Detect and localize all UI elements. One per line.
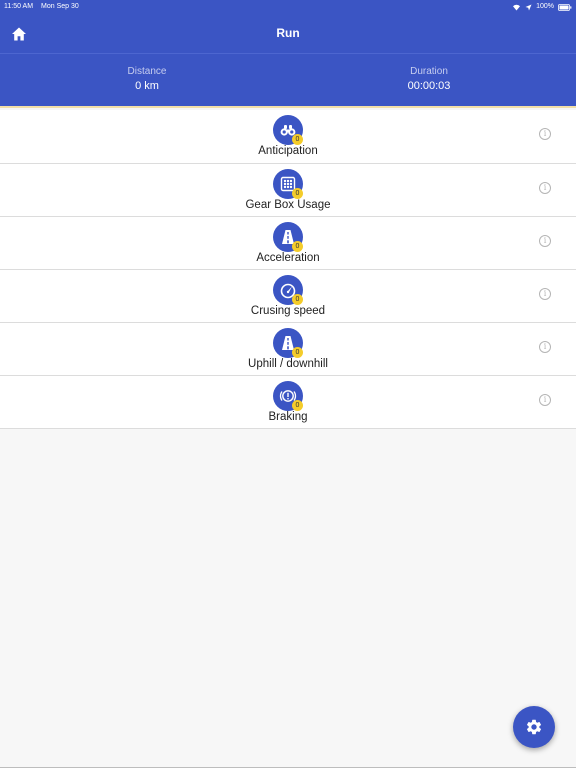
- count-badge: 0: [292, 347, 303, 358]
- status-right: 100%: [512, 1, 572, 13]
- category-label: Uphill / downhill: [248, 358, 328, 370]
- count-badge: 0: [292, 188, 303, 199]
- status-time: 11:50 AM: [4, 3, 34, 10]
- distance-value: 0 km: [135, 80, 159, 92]
- count-badge: 0: [292, 294, 303, 305]
- gear-icon: [526, 719, 542, 735]
- category-label: Crusing speed: [250, 305, 326, 317]
- category-row-acceleration[interactable]: 0 Acceleration i: [0, 217, 576, 270]
- category-label: Braking: [268, 411, 308, 423]
- page-title: Run: [276, 26, 300, 40]
- category-label: Anticipation: [258, 145, 318, 157]
- status-bar: 11:50 AM Mon Sep 30 100%: [0, 0, 576, 14]
- info-icon[interactable]: i: [539, 288, 551, 300]
- category-row-crusing-speed[interactable]: 0 Crusing speed i: [0, 270, 576, 323]
- info-icon[interactable]: i: [539, 394, 551, 406]
- info-icon[interactable]: i: [539, 182, 551, 194]
- nav-bar: Run: [0, 14, 576, 53]
- duration-label: Duration: [410, 66, 448, 77]
- battery-icon: [558, 3, 572, 11]
- category-label: Acceleration: [256, 252, 320, 264]
- stats-divider: [0, 106, 576, 108]
- duration-stat: Duration 00:00:03: [329, 66, 529, 92]
- category-row-anticipation[interactable]: 0 Anticipation i: [0, 110, 576, 164]
- location-icon: [525, 4, 532, 10]
- distance-label: Distance: [127, 66, 167, 77]
- count-badge: 0: [292, 241, 303, 252]
- settings-button[interactable]: [513, 706, 555, 748]
- category-row-gear-box-usage[interactable]: 0 Gear Box Usage i: [0, 164, 576, 217]
- category-row-uphill-downhill[interactable]: 0 Uphill / downhill i: [0, 323, 576, 376]
- status-date: Mon Sep 30: [41, 3, 79, 10]
- battery-percentage: 100%: [536, 3, 554, 10]
- info-icon[interactable]: i: [539, 128, 551, 140]
- category-label: Gear Box Usage: [245, 199, 331, 211]
- count-badge: 0: [292, 134, 303, 145]
- info-icon[interactable]: i: [539, 341, 551, 353]
- category-row-braking[interactable]: 0 Braking i: [0, 376, 576, 429]
- stats-bar: Distance 0 km Duration 00:00:03: [0, 53, 576, 108]
- wifi-icon: [513, 4, 521, 11]
- duration-value: 00:00:03: [407, 80, 451, 92]
- status-left: 11:50 AM Mon Sep 30: [4, 1, 79, 13]
- distance-stat: Distance 0 km: [47, 66, 247, 92]
- category-list: 0 Anticipation i 0 Gear Box Usage i 0 Ac…: [0, 110, 576, 429]
- count-badge: 0: [292, 400, 303, 411]
- info-icon[interactable]: i: [539, 235, 551, 247]
